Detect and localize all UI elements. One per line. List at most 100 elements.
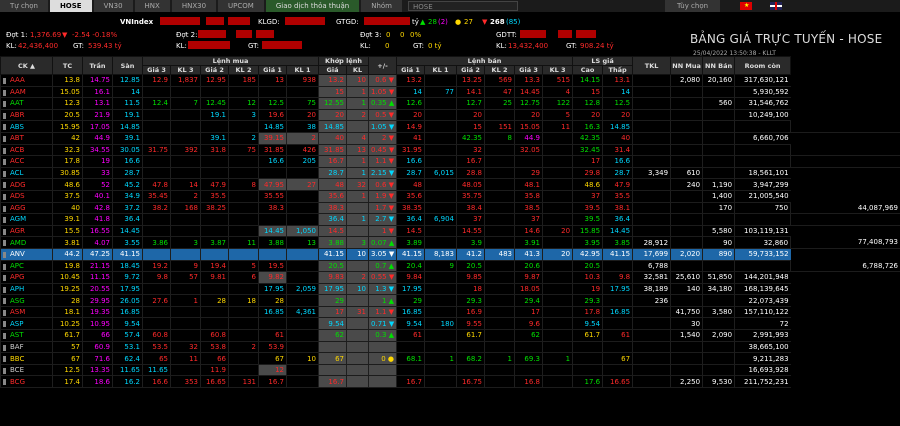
col-sell-gia2[interactable]: Giá 2 [456, 65, 486, 75]
col-sell-gia3[interactable]: Giá 3 [514, 65, 544, 75]
table-row[interactable]: AAT 12.3 13.1 11.5 12.4 7 12.45 12 12.5 75 12.55 1 0… [0, 97, 900, 110]
col-nn-mua[interactable]: NN Mua [670, 56, 704, 75]
cell-match-kl: 31 [346, 306, 369, 319]
col-san[interactable]: Sàn [112, 56, 143, 75]
table-row[interactable]: AMD 3.81 4.07 3.55 3.86 3 3.87 11 3.88 13 3.88 3 0.0… [0, 236, 900, 249]
cell-symbol[interactable]: ANV [0, 248, 53, 261]
cell-low: 3.85 [602, 236, 633, 249]
tab-hose[interactable]: HOSE [49, 0, 92, 12]
table-row[interactable]: ASM 18.1 19.35 16.85 16.85 4,361 17 31 1.1 ▼ 16.8… [0, 306, 900, 319]
tab-tuy-chon[interactable]: Tùy chọn [665, 0, 720, 12]
col-tran[interactable]: Trần [82, 56, 113, 75]
table-row[interactable]: ADS 37.5 40.1 34.9 35.45 2 35.5 35.55 35.6 1 1.9 ▼… [0, 190, 900, 203]
cell-symbol[interactable]: ADG [0, 178, 53, 191]
table-row[interactable]: ACL 30.85 33 28.7 28.7 1 2.15 ▼ 28.7 6,015 28.8 29… [0, 167, 900, 180]
tab-nhom[interactable]: Nhóm [361, 0, 402, 12]
group-select[interactable]: HOSE [408, 1, 518, 11]
tab-tu-chon[interactable]: Tự chọn [0, 0, 48, 12]
table-row[interactable]: AGR 15.5 16.55 14.45 14.45 1,050 14.5 1 ▼ 14.5 14… [0, 225, 900, 238]
col-tkl[interactable]: TKL [632, 56, 672, 75]
table-row[interactable]: ACB 32.3 34.55 30.05 31.75 392 31.8 75 31.85 426 3… [0, 144, 900, 157]
cell-symbol[interactable]: APH [0, 283, 53, 296]
table-row[interactable]: ANV 44.2 47.25 41.15 41.15 10 3.05 ▼ 41.15 8,183… [0, 248, 900, 261]
tab-upcom[interactable]: UPCOM [218, 0, 264, 12]
cell-ceil: 60.9 [82, 341, 113, 354]
cell-foreign-buy [670, 132, 703, 145]
tab-vn30[interactable]: VN30 [93, 0, 133, 12]
cell-symbol[interactable]: BCE [0, 364, 53, 377]
table-row[interactable]: AGM 39.1 41.8 36.4 36.4 1 2.7 ▼ 36.4 6,904 37 37 39… [0, 213, 900, 226]
table-row[interactable]: AAA 13.8 14.75 12.85 12.9 1,837 12.95 185 13 938 1… [0, 74, 900, 87]
cell-buy-kl2 [228, 225, 259, 238]
cell-symbol[interactable]: APC [0, 260, 53, 273]
table-row[interactable]: APC 19.8 21.15 18.45 19.2 9 19.4 5 19.5 20.5 0.7 ▲… [0, 260, 900, 273]
table-row[interactable]: AST 61.7 66 57.4 60.8 60.8 61 62 0.3 ▲ 61 61.7 62 61… [0, 329, 900, 342]
table-row[interactable]: AAM 15.05 16.1 14 15 1 1.05 ▼ 14 77 14.1 47 14.45 4 1… [0, 86, 900, 99]
col-buy-gia3[interactable]: Giá 3 [142, 65, 171, 75]
col-ck[interactable]: CK ▲ [0, 56, 53, 75]
cell-symbol[interactable]: ADS [0, 190, 53, 203]
cell-symbol[interactable]: ABS [0, 120, 53, 133]
col-buy-kl1[interactable]: KL 1 [285, 65, 320, 75]
table-row[interactable]: ACC 17.8 19 16.6 16.6 205 16.7 1 1.1 ▼ 16.6 16.7 17… [0, 155, 900, 168]
col-room[interactable]: Room còn [734, 56, 792, 75]
cell-symbol[interactable]: AMD [0, 236, 53, 249]
table-row[interactable]: BCG 17.4 18.6 16.2 16.6 353 16.65 131 16.7 16.7 16… [0, 375, 900, 389]
col-nn-ban[interactable]: NN Bán [702, 56, 736, 75]
col-tc[interactable]: TC [52, 56, 83, 75]
cell-symbol[interactable]: APG [0, 271, 53, 284]
col-buy-kl2[interactable]: KL 2 [228, 65, 259, 75]
table-row[interactable]: BAF 57 60.9 53.1 53.5 32 53.8 2 53.9 38,665,100 [0, 341, 900, 354]
tab-hnx[interactable]: HNX [134, 0, 170, 12]
cell-symbol[interactable]: BCG [0, 375, 53, 389]
col-thap[interactable]: Thấp [602, 65, 634, 75]
cell-symbol[interactable]: AGG [0, 202, 53, 215]
col-plus-minus[interactable]: +/- [368, 56, 398, 75]
cell-symbol[interactable]: ACB [0, 144, 53, 157]
table-row[interactable]: ASP 10.25 10.95 9.54 9.54 0.71 ▼ 9.54 180 9.55 9.… [0, 317, 900, 331]
cell-symbol[interactable]: ASG [0, 294, 53, 307]
cell-match-kl: 1 [346, 155, 369, 168]
cell-low: 67 [602, 352, 633, 365]
cell-symbol[interactable]: BBC [0, 352, 53, 365]
cell-symbol[interactable]: BAF [0, 341, 53, 354]
table-row[interactable]: BBC 67 71.6 62.4 65 11 66 67 10 67 0 ● 68.1 1 68.2 1 69… [0, 352, 900, 365]
cell-symbol[interactable]: ACC [0, 155, 53, 168]
table-row[interactable]: ASG 28 29.95 26.05 27.6 1 28 18 28 29 1 ▲ 29 29.3 29.… [0, 294, 900, 307]
table-row[interactable]: APG 10.45 11.15 9.72 9.8 57 9.81 6 9.82 9.83 2 0.55… [0, 271, 900, 284]
cell-symbol[interactable]: AGM [0, 213, 53, 226]
tab-hnx30[interactable]: HNX30 [171, 0, 217, 12]
col-sell-gia1[interactable]: Giá 1 [396, 65, 426, 75]
table-row[interactable]: AGG 40 42.8 37.2 38.2 168 38.25 38.3 38.3 1.7 ▼ 38… [0, 202, 900, 215]
tab-giao-dich-thoa-thuan[interactable]: Giao dịch thỏa thuận [265, 0, 360, 12]
col-buy-gia2[interactable]: Giá 2 [200, 65, 229, 75]
cell-symbol[interactable]: ASM [0, 306, 53, 319]
table-row[interactable]: ABT 42 44.9 39.1 39.1 2 39.15 2 40 4 2 ▼ 41 42.35 8 44… [0, 132, 900, 145]
col-sell-kl3[interactable]: KL 3 [542, 65, 574, 75]
col-match-kl[interactable]: KL [346, 65, 370, 75]
cell-symbol[interactable]: ABR [0, 109, 53, 122]
cell-symbol[interactable]: ASP [0, 317, 53, 331]
cell-symbol[interactable]: ABT [0, 132, 53, 145]
col-buy-kl3[interactable]: KL 3 [170, 65, 201, 75]
table-row[interactable]: ABR 20.5 21.9 19.1 19.1 3 19.6 20 20 2 0.5 ▼ 20 20 20… [0, 109, 900, 122]
cell-symbol[interactable]: AAA [0, 74, 53, 87]
cell-symbol[interactable]: AAT [0, 97, 53, 110]
cell-symbol[interactable]: ACL [0, 167, 53, 180]
cell-symbol[interactable]: AGR [0, 225, 53, 238]
cell-buy-gia3: 35.45 [142, 190, 171, 203]
table-row[interactable]: ABS 15.95 17.05 14.85 14.85 38 14.85 1.05 ▼ 14.9… [0, 120, 900, 133]
cell-symbol[interactable]: AST [0, 329, 53, 342]
col-buy-gia1[interactable]: Giá 1 [258, 65, 287, 75]
cell-symbol[interactable]: AAM [0, 86, 53, 99]
english-flag-icon[interactable] [770, 2, 782, 10]
table-row[interactable]: APH 19.25 20.55 17.95 17.95 2,059 17.95 10 1.3 ▼… [0, 283, 900, 296]
col-match-gia[interactable]: Giá [318, 65, 348, 75]
table-row[interactable]: BCE 12.5 13.35 11.65 11.65 11.9 12 16,693,928 [0, 364, 900, 377]
vietnam-flag-icon[interactable]: ★ [740, 2, 752, 10]
col-cao[interactable]: Cao [572, 65, 604, 75]
table-row[interactable]: ADG 48.6 52 45.2 47.8 14 47.9 8 47.95 27 48 32 0.6 ▼… [0, 178, 900, 191]
col-sell-kl2[interactable]: KL 2 [484, 65, 516, 75]
cell-ceil: 42.8 [82, 202, 113, 215]
col-sell-kl1[interactable]: KL 1 [424, 65, 458, 75]
